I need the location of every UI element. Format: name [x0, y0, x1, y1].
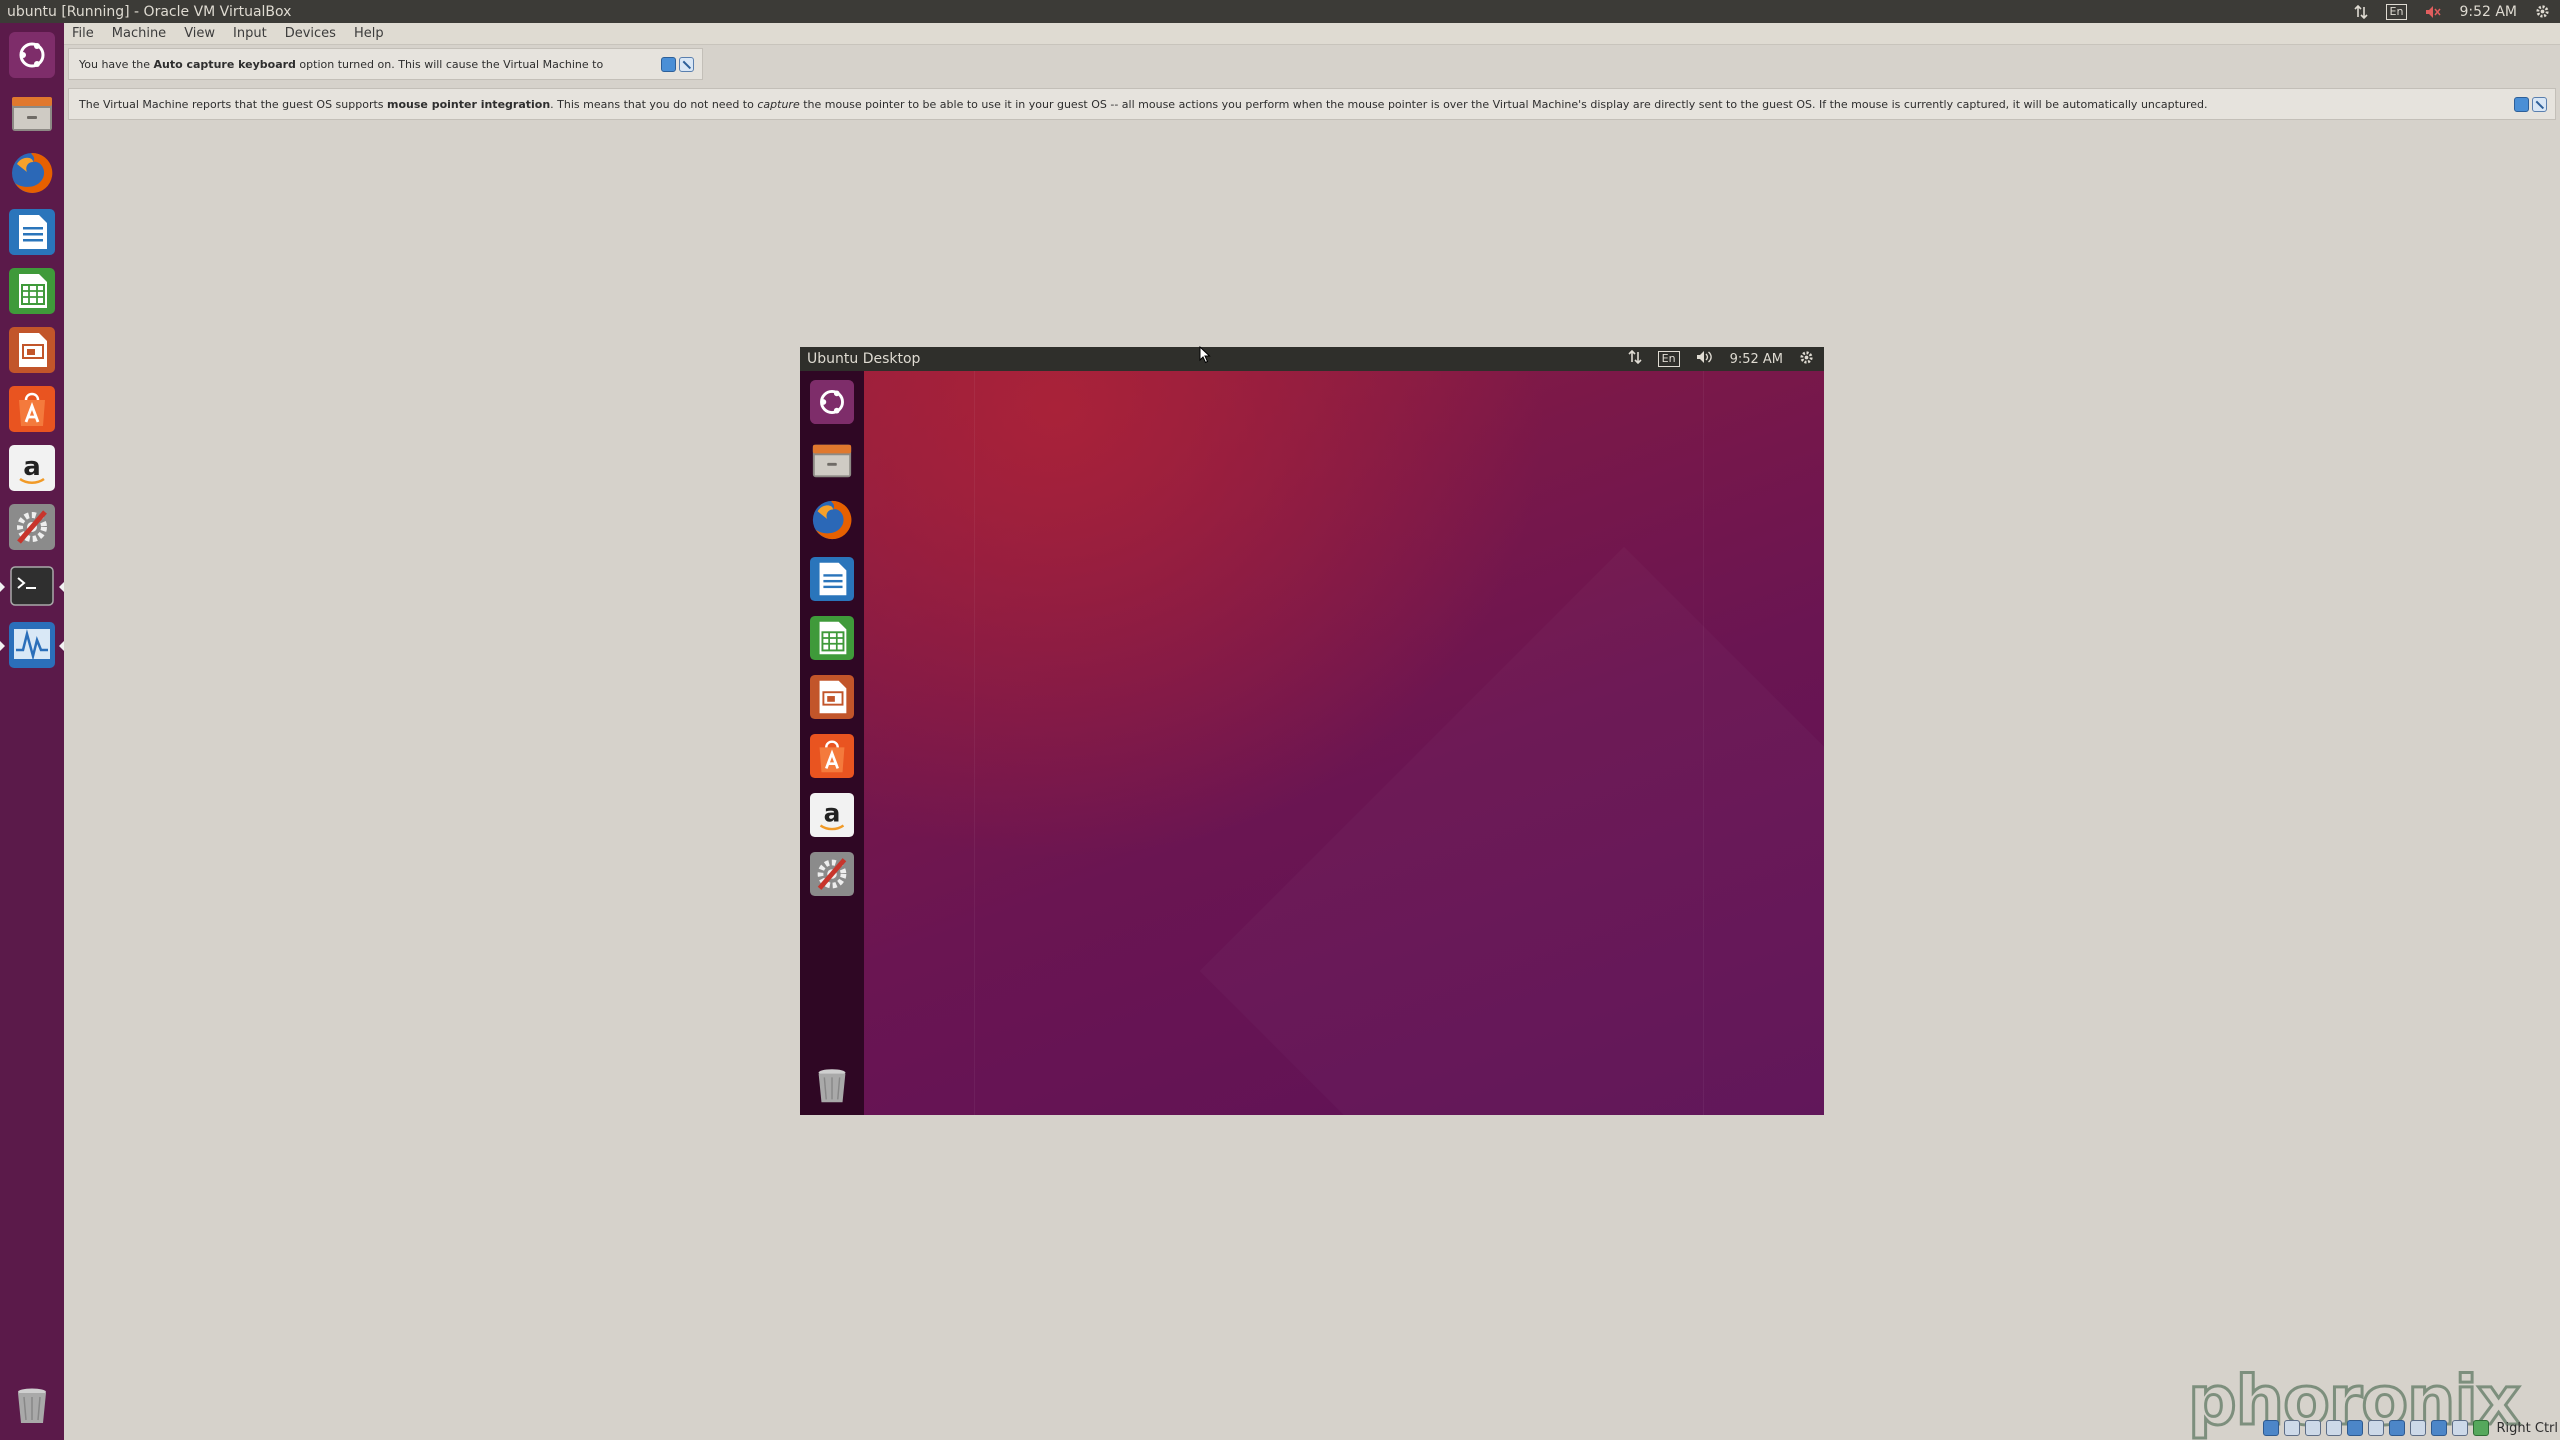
libreoffice-impress-icon[interactable] — [807, 672, 857, 722]
host-top-panel: ubuntu [Running] - Oracle VM VirtualBox … — [0, 0, 2560, 23]
firefox-icon[interactable] — [6, 147, 58, 199]
optical-drive-icon[interactable] — [2283, 1420, 2300, 1436]
notice-text: You have the Auto capture keyboard optio… — [79, 57, 604, 71]
host-key-label[interactable]: Right Ctrl — [2494, 1421, 2559, 1436]
menu-help[interactable]: Help — [345, 26, 393, 41]
display-icon[interactable] — [2388, 1420, 2405, 1436]
network-adapter-icon[interactable] — [2325, 1420, 2342, 1436]
ubuntu-software-icon[interactable] — [6, 383, 58, 435]
dash-home-icon[interactable] — [807, 377, 857, 427]
guest-clock[interactable]: 9:52 AM — [1730, 352, 1783, 367]
auto-capture-keyboard-notice: You have the Auto capture keyboard optio… — [68, 48, 703, 80]
guest-vm-display[interactable]: Ubuntu Desktop En 9:52 AM a — [800, 347, 1824, 1115]
info-icon[interactable] — [2514, 97, 2529, 112]
system-settings-icon[interactable] — [807, 849, 857, 899]
system-monitor-icon[interactable] — [0, 619, 64, 671]
notice-text: The Virtual Machine reports that the gue… — [79, 97, 2208, 111]
gear-icon[interactable] — [1799, 350, 1814, 369]
amazon-icon[interactable]: a — [807, 790, 857, 840]
svg-text:a: a — [824, 799, 841, 828]
host-launcher: a — [0, 23, 64, 1440]
dismiss-notice-icon[interactable] — [2532, 97, 2547, 112]
firefox-icon[interactable] — [807, 495, 857, 545]
gear-icon[interactable] — [2535, 4, 2550, 19]
virtualization-icon[interactable] — [2430, 1420, 2447, 1436]
sound-icon[interactable] — [1696, 350, 1714, 368]
info-icon[interactable] — [661, 57, 676, 72]
audio-icon[interactable] — [2304, 1420, 2321, 1436]
guest-launcher: a — [800, 371, 864, 1115]
menu-bar: File Machine View Input Devices Help — [64, 23, 2560, 45]
trash-icon[interactable] — [807, 1061, 857, 1111]
mouse-integration-notice: The Virtual Machine reports that the gue… — [68, 88, 2556, 120]
menu-devices[interactable]: Devices — [276, 26, 345, 41]
ubuntu-software-icon[interactable] — [807, 731, 857, 781]
menu-input[interactable]: Input — [224, 26, 276, 41]
clock[interactable]: 9:52 AM — [2459, 4, 2517, 20]
system-tray: En 9:52 AM — [2353, 3, 2560, 20]
vm-status-bar: Right Ctrl — [2262, 1418, 2559, 1438]
network-icon[interactable] — [1628, 349, 1642, 368]
amazon-icon[interactable]: a — [6, 442, 58, 494]
usb-icon[interactable] — [2346, 1420, 2363, 1436]
window-title: ubuntu [Running] - Oracle VM VirtualBox — [7, 3, 292, 20]
libreoffice-writer-icon[interactable] — [807, 554, 857, 604]
menu-view[interactable]: View — [175, 26, 224, 41]
guest-system-tray: En 9:52 AM — [1628, 349, 1824, 369]
files-icon[interactable] — [6, 88, 58, 140]
menu-machine[interactable]: Machine — [103, 26, 175, 41]
libreoffice-impress-icon[interactable] — [6, 324, 58, 376]
hard-disk-icon[interactable] — [2262, 1420, 2279, 1436]
mouse-cursor-icon — [1199, 346, 1211, 364]
guest-desktop-wallpaper[interactable] — [864, 371, 1824, 1115]
libreoffice-calc-icon[interactable] — [6, 265, 58, 317]
network-icon[interactable] — [2353, 4, 2368, 19]
keyboard-layout-indicator[interactable]: En — [2385, 3, 2408, 20]
sound-muted-icon[interactable] — [2425, 5, 2442, 19]
mouse-integration-icon[interactable] — [2451, 1420, 2468, 1436]
keyboard-layout-indicator[interactable]: En — [1657, 351, 1680, 367]
shared-folders-icon[interactable] — [2367, 1420, 2384, 1436]
guest-top-panel: Ubuntu Desktop En 9:52 AM — [800, 347, 1824, 371]
libreoffice-writer-icon[interactable] — [6, 206, 58, 258]
keyboard-capture-icon[interactable] — [2472, 1420, 2489, 1436]
libreoffice-calc-icon[interactable] — [807, 613, 857, 663]
system-settings-icon[interactable] — [6, 501, 58, 553]
dismiss-notice-icon[interactable] — [679, 57, 694, 72]
dash-home-icon[interactable] — [6, 29, 58, 81]
terminal-icon[interactable] — [0, 560, 64, 612]
video-capture-icon[interactable] — [2409, 1420, 2426, 1436]
svg-text:a: a — [23, 452, 41, 482]
files-icon[interactable] — [807, 436, 857, 486]
guest-window-title: Ubuntu Desktop — [807, 351, 921, 367]
menu-file[interactable]: File — [64, 26, 103, 41]
trash-icon[interactable] — [6, 1380, 58, 1432]
